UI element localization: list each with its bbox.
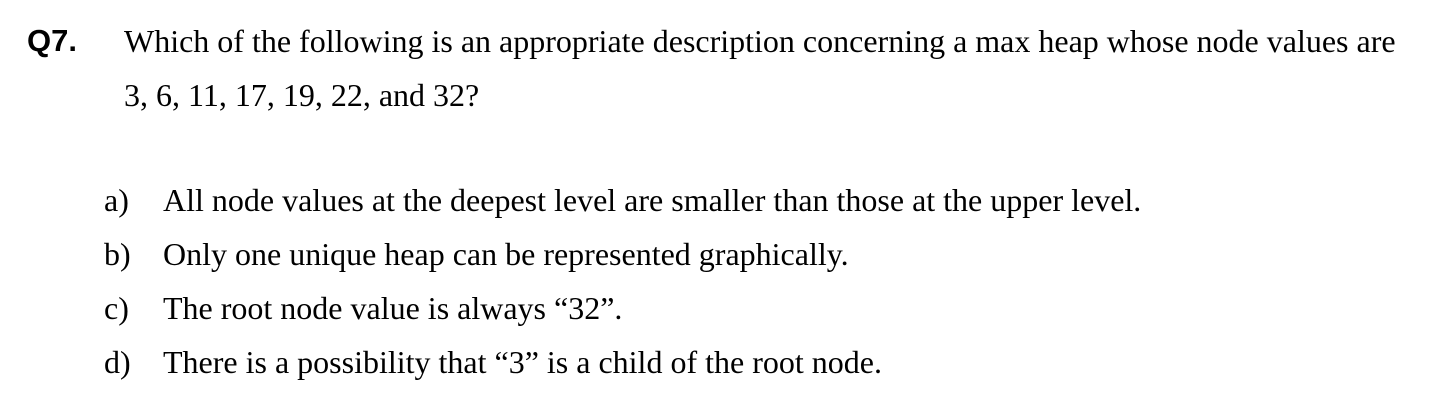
option-letter: c) [104, 290, 129, 326]
option-text: The root node value is always “32”. [163, 290, 623, 326]
question-number: Q7. [27, 23, 77, 58]
option-text: Only one unique heap can be represented … [163, 236, 849, 272]
option-letter: b) [104, 236, 131, 272]
question-text: Which of the following is an appropriate… [124, 23, 1396, 113]
option-c: c) The root node value is always “32”. [104, 281, 1404, 335]
option-a: a) All node values at the deepest level … [104, 173, 1404, 227]
option-b: b) Only one unique heap can be represent… [104, 227, 1404, 281]
option-text: All node values at the deepest level are… [163, 182, 1142, 218]
option-letter: d) [104, 344, 131, 380]
option-text: There is a possibility that “3” is a chi… [163, 344, 882, 380]
option-d: d) There is a possibility that “3” is a … [104, 335, 1404, 389]
answer-options: a) All node values at the deepest level … [104, 173, 1404, 389]
option-letter: a) [104, 182, 129, 218]
